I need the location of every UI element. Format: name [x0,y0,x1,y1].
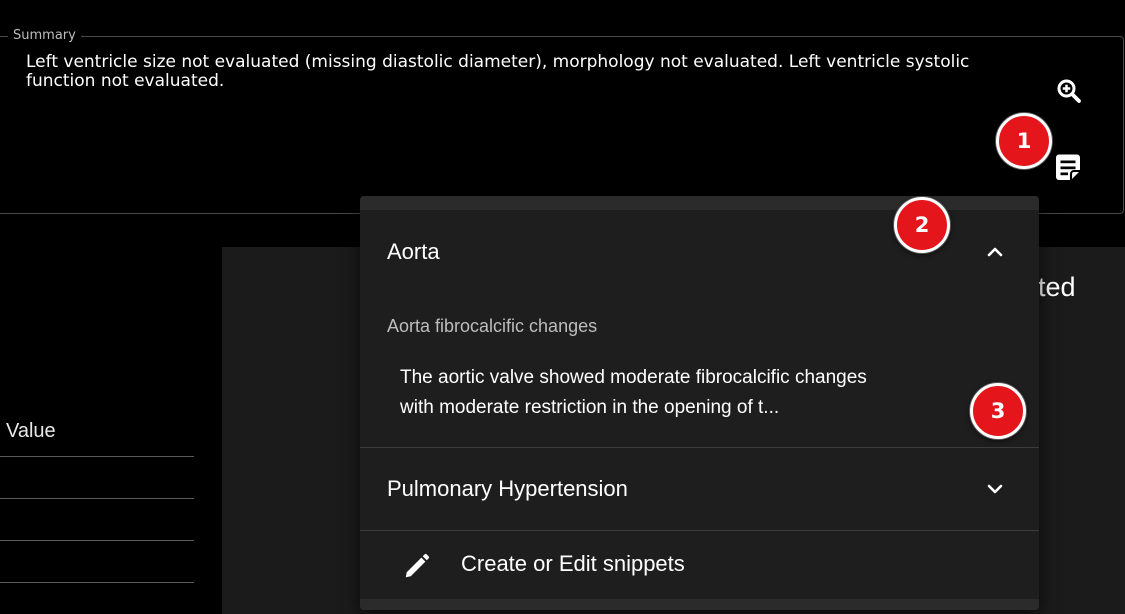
zoom-in-icon[interactable] [1054,76,1084,106]
pencil-icon [405,553,430,578]
snippet-item[interactable]: The aortic valve showed moderate fibroca… [400,363,1000,423]
create-edit-snippets-button[interactable]: Create or Edit snippets [360,531,1039,597]
marker-1: 1 [996,113,1052,169]
table-header-value: Value [6,420,56,442]
accordion-aorta-title: Aorta [387,239,440,264]
chevron-up-icon[interactable] [983,240,1007,264]
snippet-menu: Aorta Aorta fibrocalcific changes The ao… [360,196,1039,610]
chevron-down-icon[interactable] [983,477,1007,501]
table-row-divider [0,456,194,457]
notes-icon[interactable] [1050,150,1086,186]
accordion-pulmonary-hypertension-header[interactable]: Pulmonary Hypertension [360,462,1039,518]
background-heading: ted [1038,272,1076,302]
create-edit-snippets-label: Create or Edit snippets [461,551,685,576]
table-row-divider [0,582,194,583]
marker-2: 2 [894,197,950,253]
snippet-preview-line2: with moderate restriction in the opening… [400,397,780,418]
app-screen: Summary Left ventricle size not evaluate… [0,0,1125,614]
marker-3: 3 [970,383,1026,439]
snippet-title: Aorta fibrocalcific changes [387,316,598,336]
accordion-pulmonary-hypertension-title: Pulmonary Hypertension [387,476,628,501]
summary-text[interactable]: Left ventricle size not evaluated (missi… [26,53,1006,91]
snippet-preview-line1: The aortic valve showed moderate fibroca… [400,367,867,388]
summary-legend: Summary [8,28,81,44]
section-divider [360,447,1039,448]
menu-bottom-edge [360,599,1039,610]
table-row-divider [0,540,194,541]
table-row-divider [0,498,194,499]
